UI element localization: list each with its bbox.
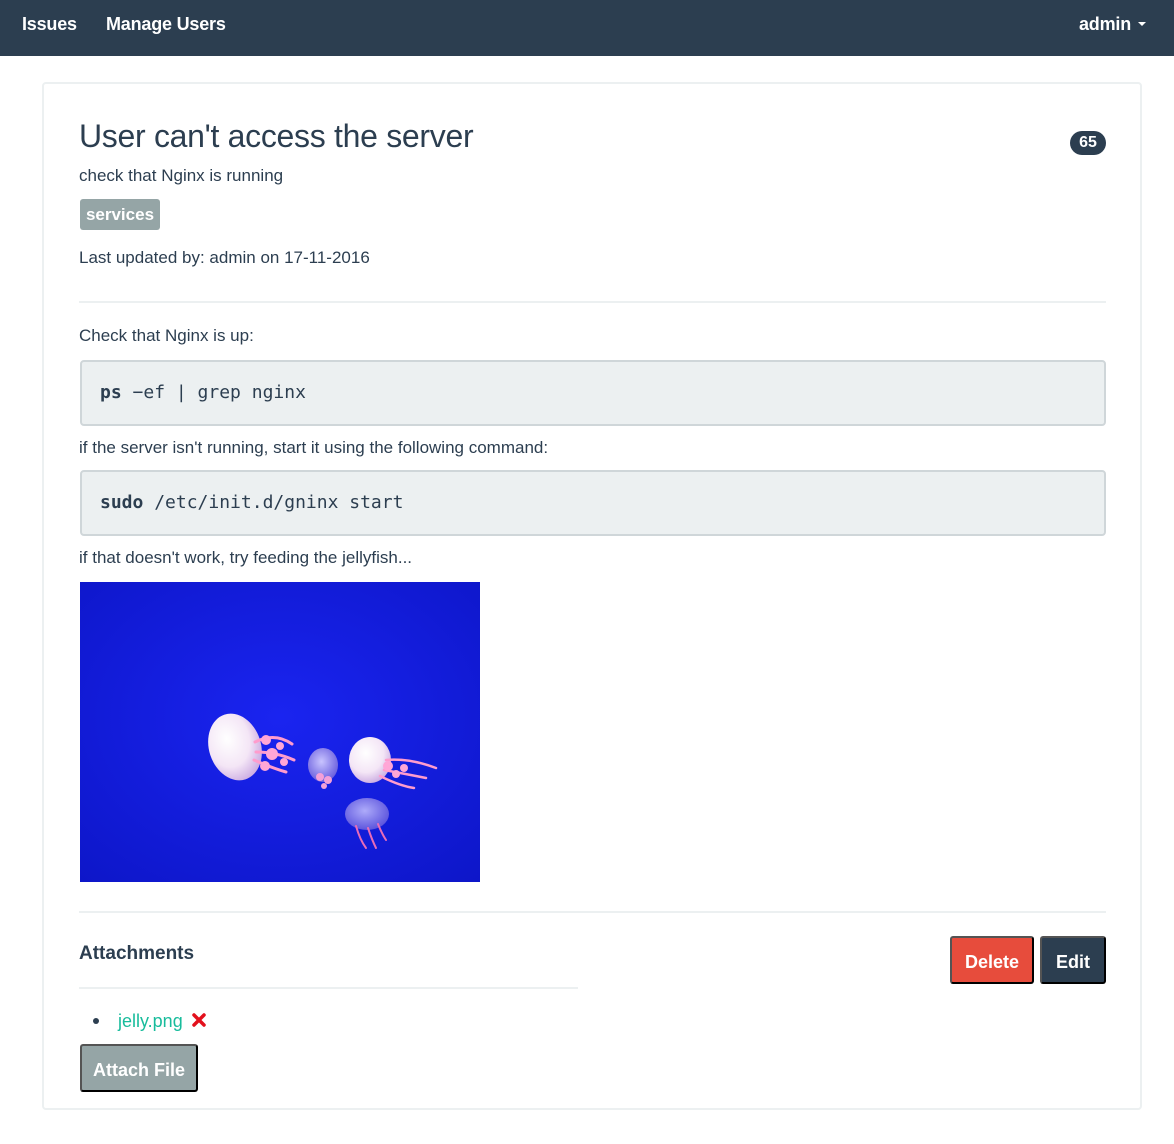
- issue-title: User can't access the server: [79, 118, 474, 154]
- code-args: /etc/init.d/gninx start: [143, 492, 404, 513]
- jellyfish-image: [80, 582, 480, 882]
- user-menu-dropdown[interactable]: admin: [1079, 14, 1146, 35]
- caret-down-icon: [1138, 22, 1146, 26]
- code-block-2: sudo /etc/init.d/gninx start: [80, 470, 1106, 536]
- body-paragraph-3: if that doesn't work, try feeding the je…: [79, 548, 413, 567]
- code-command: ps: [100, 382, 122, 403]
- code-block-1: ps −ef | grep nginx: [80, 360, 1106, 426]
- divider: [79, 987, 578, 989]
- body-paragraph-1: Check that Nginx is up:: [79, 326, 254, 345]
- remove-attachment-icon[interactable]: [191, 1012, 207, 1028]
- issue-description: check that Nginx is running: [79, 166, 284, 185]
- code-args: −ef | grep nginx: [121, 382, 306, 403]
- edit-button[interactable]: Edit: [1040, 936, 1106, 984]
- code-command: sudo: [100, 492, 144, 513]
- list-bullet: [93, 1018, 99, 1024]
- issue-id-badge: 65: [1070, 131, 1106, 155]
- divider: [79, 301, 1106, 303]
- issue-tag[interactable]: services: [80, 199, 160, 230]
- last-updated-text: Last updated by: admin on 17-11-2016: [79, 248, 370, 267]
- body-paragraph-2: if the server isn't running, start it us…: [79, 438, 549, 457]
- user-menu-label: admin: [1078, 14, 1131, 34]
- attachments-heading: Attachments: [79, 943, 195, 964]
- attachment-file-link[interactable]: jelly.png: [118, 1011, 183, 1032]
- divider: [79, 911, 1106, 913]
- attach-file-button[interactable]: Attach File: [80, 1044, 198, 1092]
- delete-button[interactable]: Delete: [950, 936, 1034, 984]
- nav-issues-link[interactable]: Issues: [22, 14, 77, 35]
- top-navbar: Issues Manage Users admin: [0, 0, 1174, 56]
- nav-manage-users-link[interactable]: Manage Users: [106, 14, 226, 35]
